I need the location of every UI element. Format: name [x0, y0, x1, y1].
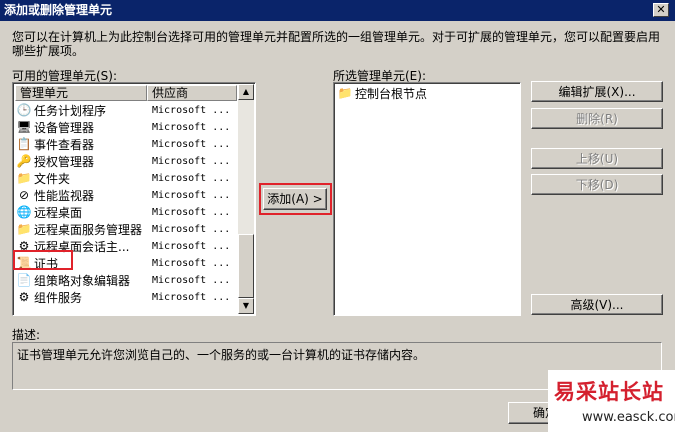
snapin-name: 远程桌面服务管理器 — [34, 223, 143, 237]
column-header-snapin[interactable]: 管理单元 — [15, 85, 147, 101]
authorization-icon: 🔑 — [16, 154, 32, 168]
selected-list-item[interactable]: 📁 控制台根节点 — [336, 85, 516, 102]
selected-snapins-list[interactable]: 📁 控制台根节点 — [333, 82, 521, 316]
column-header-vendor[interactable]: 供应商 — [147, 85, 237, 101]
list-item[interactable]: 📄 组策略对象编辑器 Microsoft ... — [15, 272, 251, 289]
list-item[interactable]: ⊘ 性能监视器 Microsoft ... — [15, 187, 251, 204]
description-label: 描述: — [12, 328, 41, 342]
close-button[interactable]: ✕ — [653, 3, 669, 17]
snapin-vendor: Microsoft ... — [152, 241, 231, 252]
device-manager-icon: 🖥 — [16, 120, 32, 134]
move-down-button[interactable]: 下移(D) — [531, 174, 663, 195]
folder-icon: 📁 — [16, 171, 32, 185]
list-item[interactable]: 📁 文件夹 Microsoft ... — [15, 170, 251, 187]
snapin-name: 组件服务 — [34, 291, 83, 305]
scroll-up-button[interactable]: ▲ — [238, 84, 254, 100]
snapin-vendor: Microsoft ... — [152, 258, 231, 269]
snapin-vendor: Microsoft ... — [152, 224, 231, 235]
window-titlebar[interactable]: 添加或删除管理单元 ✕ — [0, 0, 675, 21]
snapin-name: 组策略对象编辑器 — [34, 274, 131, 288]
list-item[interactable]: 🌐 远程桌面 Microsoft ... — [15, 204, 251, 221]
window-title: 添加或删除管理单元 — [4, 3, 113, 17]
selected-snapin-name: 控制台根节点 — [355, 87, 428, 101]
intro-text: 您可以在计算机上为此控制台选择可用的管理单元并配置所选的一组管理单元。对于可扩展… — [12, 30, 661, 58]
close-icon: ✕ — [656, 3, 666, 16]
move-up-button[interactable]: 上移(U) — [531, 148, 663, 169]
list-item[interactable]: 🖥 设备管理器 Microsoft ... — [15, 119, 251, 136]
component-services-icon: ⚙ — [18, 290, 30, 304]
snapin-name: 授权管理器 — [34, 155, 95, 169]
snapin-vendor: Microsoft ... — [152, 156, 231, 167]
folder-icon: 📁 — [337, 86, 353, 100]
remote-desktop-icon: 🌐 — [16, 205, 32, 219]
folder-icon: 📁 — [16, 222, 32, 236]
edit-extensions-button[interactable]: 编辑扩展(X)... — [531, 81, 663, 102]
clock-icon: 🕒 — [16, 103, 32, 117]
snapin-name: 任务计划程序 — [34, 104, 107, 118]
list-item[interactable]: 🕒 任务计划程序 Microsoft ... — [15, 102, 251, 119]
snapin-name: 事件查看器 — [34, 138, 95, 152]
list-item[interactable]: 🔑 授权管理器 Microsoft ... — [15, 153, 251, 170]
group-policy-icon: 📄 — [16, 273, 32, 287]
snapin-vendor: Microsoft ... — [152, 190, 231, 201]
snapin-vendor: Microsoft ... — [152, 292, 231, 303]
snapin-name: 设备管理器 — [34, 121, 95, 135]
available-snapins-list[interactable]: 管理单元 供应商 ▲ ▼ 🕒 任务计划程序 Microsoft ... 🖥 设备管理器 M… — [12, 82, 256, 316]
watermark-logo: 易采站长站 www.easck.com — [548, 370, 675, 432]
snapin-name: 远程桌面 — [34, 206, 83, 220]
watermark-url: www.easck.com — [582, 410, 675, 425]
performance-icon: ⊘ — [18, 188, 30, 202]
snapin-vendor: Microsoft ... — [152, 275, 231, 286]
list-item[interactable]: ⚙ 组件服务 Microsoft ... — [15, 289, 251, 306]
snapin-name: 文件夹 — [34, 172, 71, 186]
watermark-title: 易采站长站 — [554, 379, 664, 404]
list-header: 管理单元 供应商 — [15, 85, 237, 101]
snapin-vendor: Microsoft ... — [152, 173, 231, 184]
list-item[interactable]: 📋 事件查看器 Microsoft ... — [15, 136, 251, 153]
list-item[interactable]: 📁 远程桌面服务管理器 Microsoft ... — [15, 221, 251, 238]
remove-button[interactable]: 删除(R) — [531, 108, 663, 129]
snapin-vendor: Microsoft ... — [152, 207, 231, 218]
highlight-box-certificate — [13, 250, 73, 270]
highlight-box-add — [259, 183, 332, 215]
description-text: 证书管理单元允许您浏览自己的、一个服务的或一台计算机的证书存储内容。 — [17, 348, 426, 362]
snapin-name: 性能监视器 — [34, 189, 95, 203]
snapin-vendor: Microsoft ... — [152, 122, 231, 133]
snapin-vendor: Microsoft ... — [152, 105, 231, 116]
advanced-button[interactable]: 高级(V)... — [531, 294, 663, 315]
event-viewer-icon: 📋 — [16, 137, 32, 151]
snapin-vendor: Microsoft ... — [152, 139, 231, 150]
